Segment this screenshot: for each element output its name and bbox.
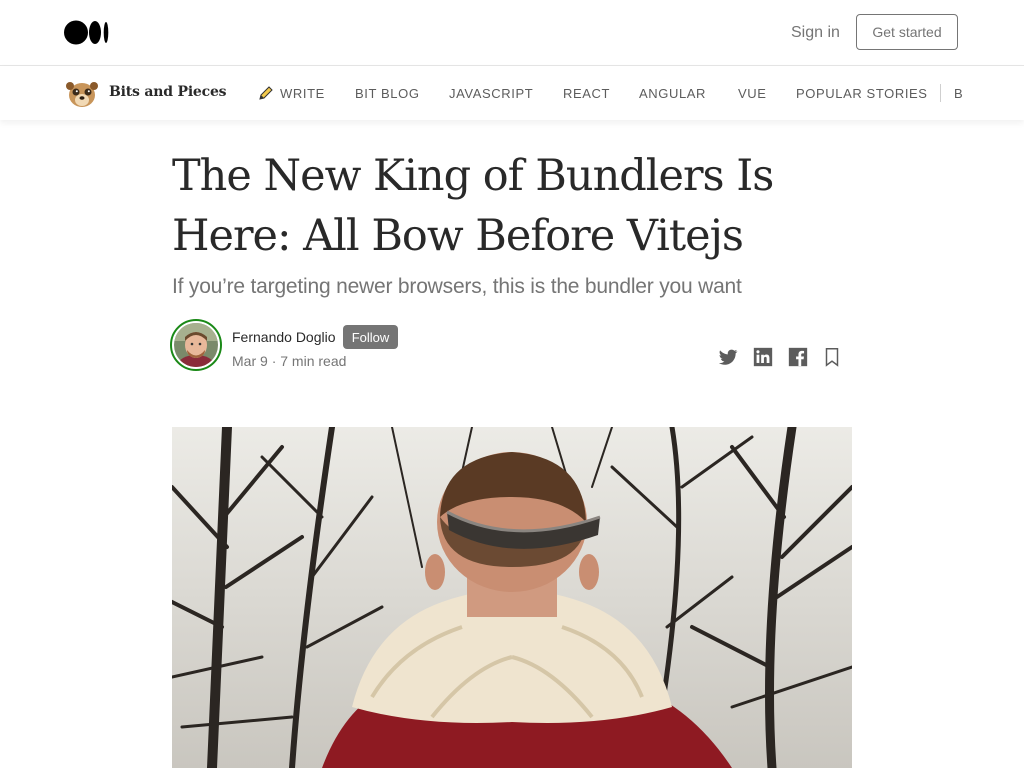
medium-logo-icon[interactable] [64, 20, 110, 45]
facebook-icon[interactable] [787, 346, 809, 368]
nav-javascript[interactable]: JAVASCRIPT [449, 86, 533, 101]
linkedin-icon[interactable] [752, 346, 774, 368]
article-title: The New King of Bundlers Is Here: All Bo… [172, 151, 774, 261]
top-bar: Sign in Get started [0, 0, 1024, 66]
twitter-icon[interactable] [717, 346, 739, 368]
publication-name[interactable]: Bits and Pieces [109, 84, 227, 100]
publish-date: Mar 9 [232, 353, 268, 369]
nav-write[interactable]: WRITE [280, 86, 325, 101]
article-subtitle: If you’re targeting newer browsers, this… [172, 275, 742, 298]
author-avatar[interactable] [170, 319, 222, 371]
get-started-button[interactable]: Get started [856, 14, 958, 50]
nav-bit-blog[interactable]: BIT BLOG [355, 86, 420, 101]
article-meta: Mar 9 · 7 min read [232, 353, 346, 369]
sign-in-link[interactable]: Sign in [791, 23, 840, 43]
bookmark-icon[interactable] [821, 346, 843, 368]
nav-popular-stories[interactable]: POPULAR STORIES [796, 86, 928, 101]
author-name[interactable]: Fernando Doglio [232, 329, 336, 345]
nav-angular[interactable]: ANGULAR [639, 86, 706, 101]
nav-divider [940, 84, 941, 102]
read-time: 7 min read [280, 353, 347, 369]
publication-nav: Bits and Pieces WRITE BIT BLOG JAVASCRIP… [0, 66, 1024, 120]
hero-image [172, 427, 852, 768]
nav-vue[interactable]: VUE [738, 86, 767, 101]
meta-separator: · [271, 353, 281, 369]
meerkat-logo-icon[interactable] [64, 76, 100, 110]
nav-overflow-item[interactable]: B [954, 86, 962, 101]
follow-button[interactable]: Follow [343, 325, 398, 349]
pencil-icon [259, 86, 273, 100]
nav-react[interactable]: REACT [563, 86, 610, 101]
avatar-image [174, 323, 218, 367]
